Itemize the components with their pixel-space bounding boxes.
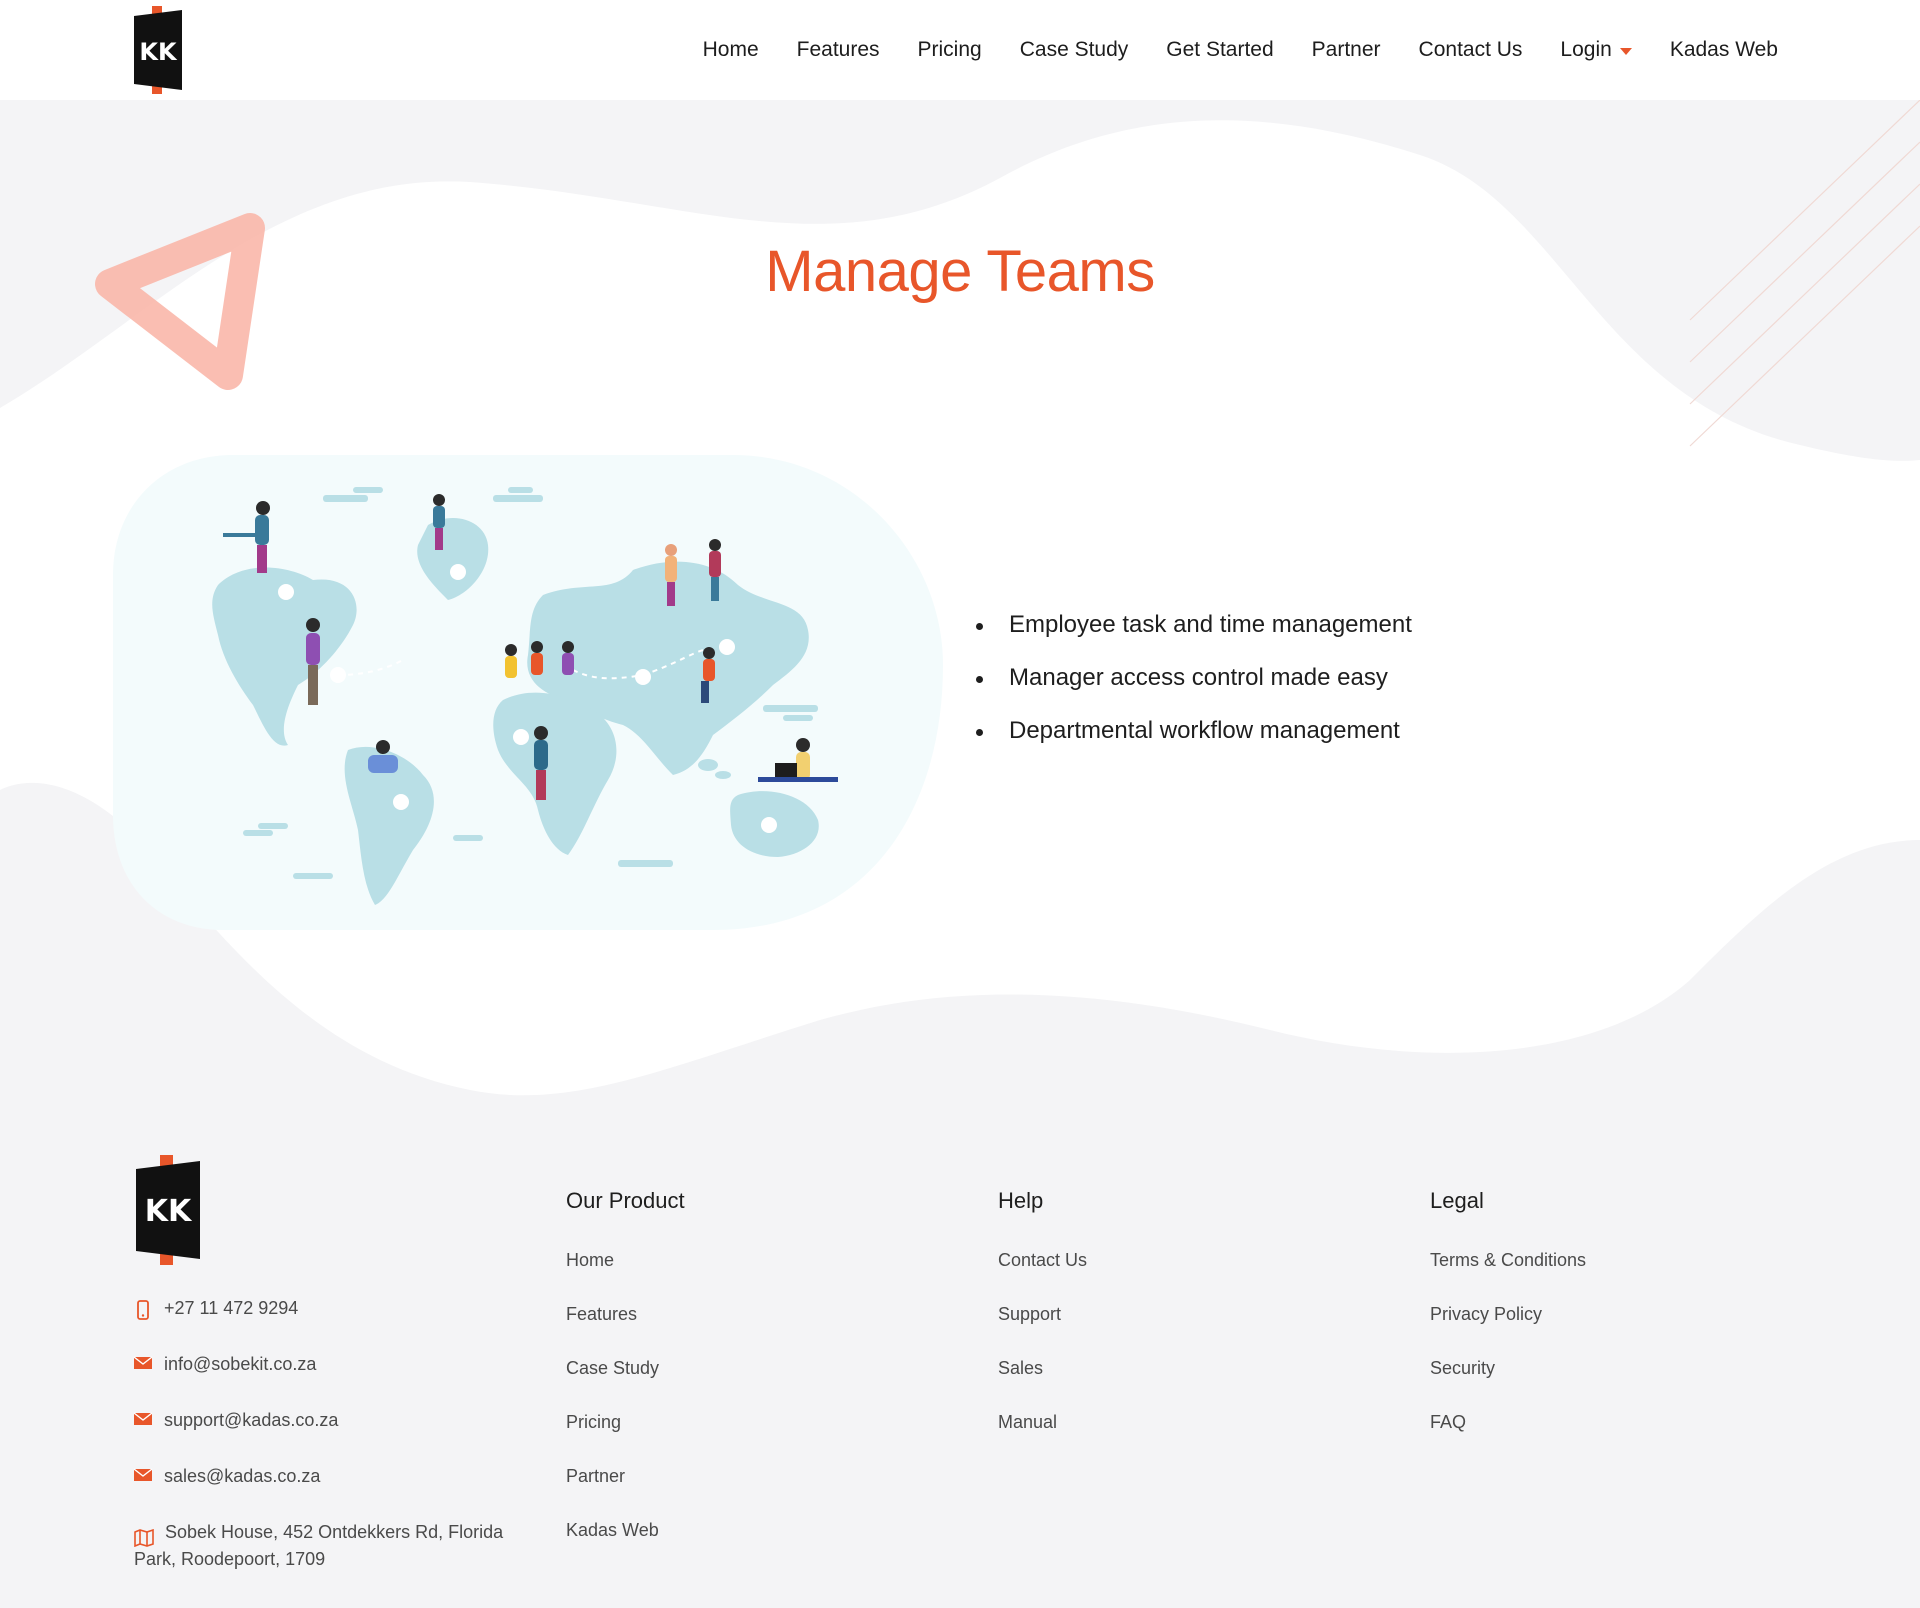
footer-link-kadas-web[interactable]: Kadas Web: [566, 1518, 685, 1543]
column-heading: Our Product: [566, 1188, 685, 1213]
main-nav: Home Features Pricing Case Study Get Sta…: [703, 0, 1778, 100]
footer-link-contact-us[interactable]: Contact Us: [998, 1248, 1087, 1273]
footer-link-terms[interactable]: Terms & Conditions: [1430, 1248, 1586, 1273]
nav-pricing[interactable]: Pricing: [918, 38, 982, 62]
email-icon: [134, 1412, 152, 1425]
footer-link-sales[interactable]: Sales: [998, 1356, 1087, 1381]
footer-column-legal: Legal Terms & Conditions Privacy Policy …: [1430, 1188, 1586, 1464]
contact-email: info@sobekit.co.za: [134, 1351, 529, 1378]
top-navigation: KK Home Features Pricing Case Study Get …: [0, 0, 1920, 100]
nav-get-started[interactable]: Get Started: [1166, 38, 1273, 62]
kadas-logo[interactable]: KK: [132, 6, 184, 94]
footer-link-partner[interactable]: Partner: [566, 1464, 685, 1489]
chevron-down-icon: [1619, 47, 1632, 55]
nav-login[interactable]: Login: [1560, 38, 1632, 62]
svg-text:KK: KK: [145, 1194, 193, 1229]
nav-home[interactable]: Home: [703, 38, 759, 62]
feature-list: Employee task and time management Manage…: [976, 610, 1412, 769]
contact-email: sales@kadas.co.za: [134, 1463, 529, 1490]
footer-kadas-logo[interactable]: KK: [134, 1155, 202, 1265]
footer-link-manual[interactable]: Manual: [998, 1410, 1087, 1435]
footer-link-support[interactable]: Support: [998, 1302, 1087, 1327]
contact-email: support@kadas.co.za: [134, 1407, 529, 1434]
address-text: Sobek House, 452 Ontdekkers Rd, Florida …: [134, 1522, 504, 1569]
footer-link-pricing[interactable]: Pricing: [566, 1410, 685, 1435]
email-icon: [134, 1356, 152, 1369]
phone-number[interactable]: +27 11 472 9294: [164, 1295, 298, 1322]
contact-phone: +27 11 472 9294: [134, 1295, 529, 1322]
email-icon: [134, 1468, 152, 1481]
nav-contact-us[interactable]: Contact Us: [1419, 38, 1523, 62]
footer-link-security[interactable]: Security: [1430, 1356, 1586, 1381]
phone-icon: [137, 1300, 149, 1320]
column-heading: Legal: [1430, 1188, 1484, 1213]
feature-item: Departmental workflow management: [976, 716, 1412, 746]
footer-link-case-study[interactable]: Case Study: [566, 1356, 685, 1381]
nav-kadas-web[interactable]: Kadas Web: [1670, 38, 1778, 62]
footer-link-home[interactable]: Home: [566, 1248, 685, 1273]
footer-link-privacy-policy[interactable]: Privacy Policy: [1430, 1302, 1586, 1327]
world-map-illustration: [113, 455, 943, 930]
email-sales[interactable]: sales@kadas.co.za: [164, 1463, 320, 1490]
footer-contact: +27 11 472 9294 info@sobekit.co.za suppo…: [134, 1295, 529, 1602]
feature-item: Manager access control made easy: [976, 663, 1412, 693]
svg-text:KK: KK: [139, 38, 178, 66]
footer-column-help: Help Contact Us Support Sales Manual: [998, 1188, 1087, 1464]
column-heading: Help: [998, 1188, 1044, 1213]
nav-features[interactable]: Features: [797, 38, 880, 62]
nav-partner[interactable]: Partner: [1312, 38, 1381, 62]
footer-link-faq[interactable]: FAQ: [1430, 1410, 1586, 1435]
footer-column-our-product: Our Product Home Features Case Study Pri…: [566, 1188, 685, 1572]
nav-case-study[interactable]: Case Study: [1020, 38, 1129, 62]
email-support[interactable]: support@kadas.co.za: [164, 1407, 338, 1434]
nav-login-label: Login: [1560, 38, 1612, 61]
email-info[interactable]: info@sobekit.co.za: [164, 1351, 316, 1378]
page-title: Manage Teams: [765, 239, 1155, 304]
feature-item: Employee task and time management: [976, 610, 1412, 640]
contact-address: Sobek House, 452 Ontdekkers Rd, Florida …: [134, 1519, 529, 1573]
footer-link-features[interactable]: Features: [566, 1302, 685, 1327]
